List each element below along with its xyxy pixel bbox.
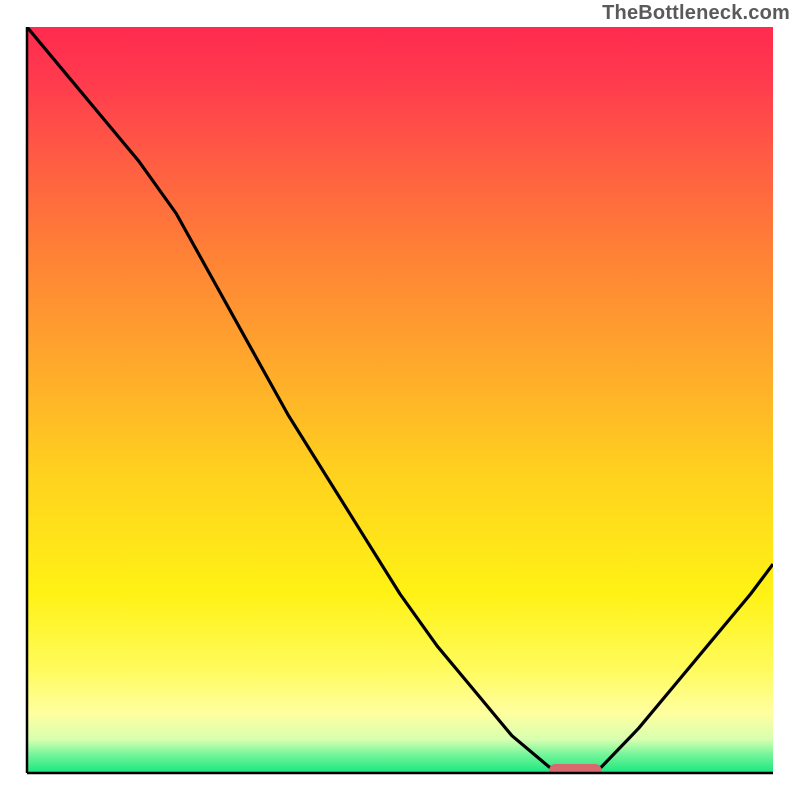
- plot-background: [27, 27, 773, 773]
- optimal-marker: [549, 764, 601, 778]
- bottleneck-chart: [0, 0, 800, 800]
